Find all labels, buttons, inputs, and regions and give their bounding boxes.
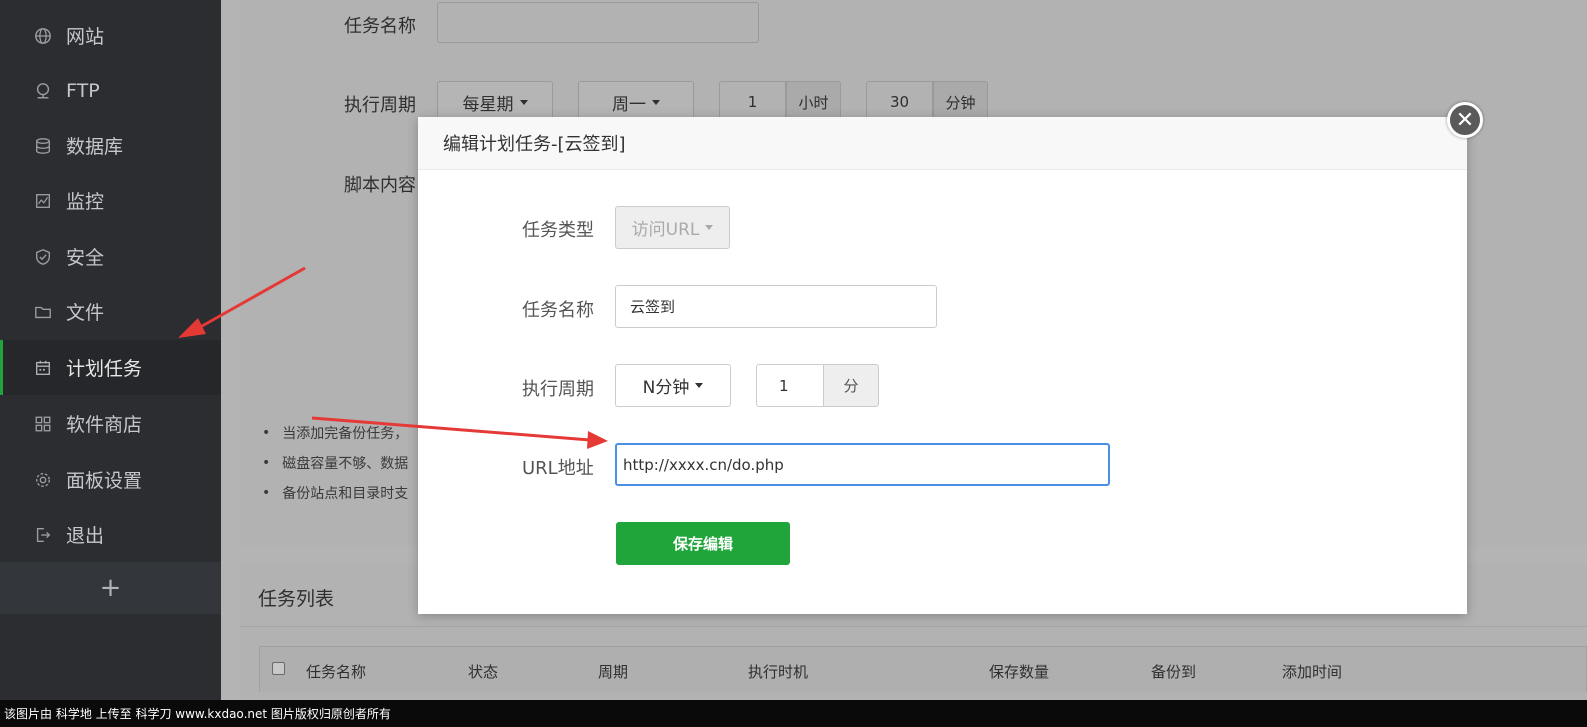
bg-weekday-value: 周一: [612, 94, 646, 115]
close-dialog-button[interactable]: ✕: [1447, 102, 1483, 138]
cycle-unit: 分: [824, 364, 879, 407]
note-item: 备份站点和目录时支: [262, 478, 408, 508]
sidebar-item-label: FTP: [66, 79, 100, 102]
monitor-icon: [33, 191, 53, 211]
note-item: 当添加完备份任务，: [262, 418, 408, 448]
cycle-value: N分钟: [642, 378, 690, 398]
column-header[interactable]: 添加时间: [1282, 661, 1342, 682]
logout-icon: [33, 525, 53, 545]
column-header[interactable]: 备份到: [1151, 661, 1196, 682]
sidebar-item-monitor[interactable]: 监控: [0, 173, 221, 228]
sidebar-item-cron[interactable]: 计划任务: [0, 340, 221, 395]
table-header: 任务名称 状态 周期 执行时机 保存数量 备份到 添加时间: [259, 646, 1587, 692]
sidebar-item-website[interactable]: 网站: [0, 8, 221, 63]
column-header[interactable]: 保存数量: [989, 661, 1049, 682]
sidebar-item-settings[interactable]: 面板设置: [0, 452, 221, 507]
sidebar-item-label: 面板设置: [66, 470, 143, 492]
task-type-value: 访问URL: [631, 220, 700, 240]
close-icon: ✕: [1455, 107, 1475, 133]
sidebar-item-logout[interactable]: 退出: [0, 507, 221, 562]
select-all-checkbox[interactable]: [272, 662, 285, 675]
task-type-select[interactable]: 访问URL: [615, 206, 730, 249]
globe-icon: [33, 26, 53, 46]
divider: [240, 626, 1587, 627]
sidebar: 网站 FTP 数据库 监控 安全 文件 计划任务 软件商店 面板设置 退出 +: [0, 0, 221, 727]
chevron-down-icon: [705, 225, 714, 230]
task-name-label: 任务名称: [522, 300, 594, 321]
url-label: URL地址: [522, 458, 594, 479]
folder-icon: [33, 302, 53, 322]
ftp-icon: [33, 81, 53, 101]
sidebar-item-label: 数据库: [66, 136, 124, 158]
bg-script-label: 脚本内容: [344, 175, 416, 196]
sidebar-item-store[interactable]: 软件商店: [0, 396, 221, 451]
sidebar-item-files[interactable]: 文件: [0, 284, 221, 339]
cycle-select[interactable]: N分钟: [615, 364, 731, 407]
bg-cycle-label: 执行周期: [344, 95, 416, 116]
dialog-title: 编辑计划任务-[云签到]: [418, 117, 1467, 170]
url-input[interactable]: http://xxxx.cn/do.php: [615, 443, 1110, 486]
grid-icon: [33, 414, 53, 434]
sidebar-item-database[interactable]: 数据库: [0, 118, 221, 173]
column-header[interactable]: 周期: [598, 661, 628, 682]
bg-task-name-label: 任务名称: [344, 16, 416, 37]
task-name-input[interactable]: 云签到: [615, 285, 937, 328]
sidebar-item-label: 计划任务: [66, 358, 143, 380]
notes-list: 当添加完备份任务， 磁盘容量不够、数据 备份站点和目录时支: [262, 418, 408, 508]
shield-icon: [33, 247, 53, 267]
chevron-down-icon: [695, 383, 704, 388]
add-shortcut-button[interactable]: +: [0, 562, 221, 614]
watermark-footer: 该图片由 科学地 上传至 科学刀 www.kxdao.net 图片版权归原创者所…: [0, 700, 1587, 727]
column-header[interactable]: 状态: [468, 661, 498, 682]
task-type-label: 任务类型: [522, 220, 594, 241]
sidebar-item-label: 退出: [66, 525, 105, 547]
column-header[interactable]: 执行时机: [748, 661, 808, 682]
edit-task-dialog: 编辑计划任务-[云签到]: [418, 117, 1467, 614]
gear-icon: [33, 470, 53, 490]
save-button[interactable]: 保存编辑: [616, 522, 790, 565]
sidebar-item-ftp[interactable]: FTP: [0, 63, 221, 118]
cycle-label: 执行周期: [522, 379, 594, 400]
chevron-down-icon: [519, 99, 528, 105]
note-item: 磁盘容量不够、数据: [262, 448, 408, 478]
database-icon: [33, 136, 53, 156]
bg-task-name-input[interactable]: [437, 2, 759, 43]
sidebar-item-label: 文件: [66, 302, 105, 324]
sidebar-item-label: 软件商店: [66, 414, 143, 436]
calendar-icon: [33, 358, 53, 378]
bg-cycle-value: 每星期: [462, 94, 514, 115]
sidebar-item-security[interactable]: 安全: [0, 229, 221, 284]
cycle-number-input[interactable]: 1: [756, 364, 824, 407]
chevron-down-icon: [652, 99, 660, 105]
sidebar-item-label: 安全: [66, 247, 105, 269]
column-header[interactable]: 任务名称: [306, 661, 366, 682]
sidebar-item-label: 监控: [66, 191, 105, 213]
sidebar-item-label: 网站: [66, 26, 105, 48]
task-list-title: 任务列表: [258, 588, 335, 610]
